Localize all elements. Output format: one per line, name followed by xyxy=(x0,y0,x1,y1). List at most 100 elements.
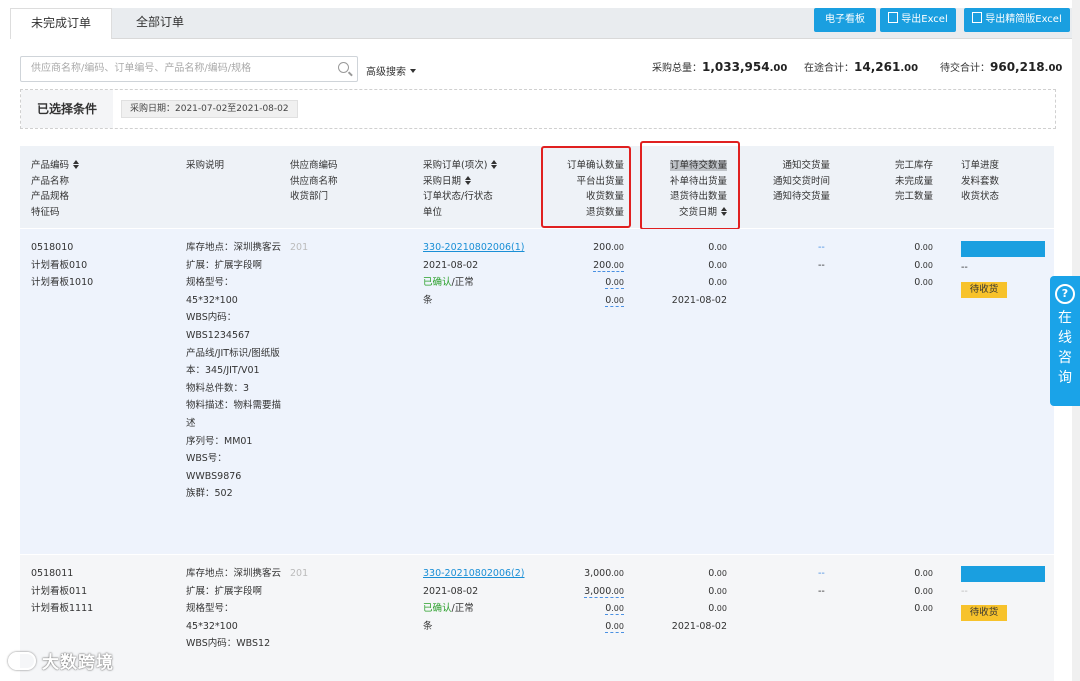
desc-line: 族群：502 xyxy=(186,488,233,500)
supplier-code: 201 xyxy=(290,568,309,579)
confirm-columns-highlight xyxy=(541,146,631,228)
desc-line: 物料描述：物料需要描述 xyxy=(186,400,282,429)
finished-qty: 0.00 xyxy=(872,274,933,292)
header-cell[interactable]: 产品编码 xyxy=(31,158,79,174)
search-input[interactable] xyxy=(21,57,331,79)
header-label: 产品名称 xyxy=(31,175,70,187)
total-purchase: 采购总量：1,033,954.00 xyxy=(652,59,787,74)
num-value: 0.00 xyxy=(605,277,624,290)
confirm-cell: 200.00 200.00 0.00 0.00 xyxy=(540,239,624,309)
num-decimal: .00 xyxy=(714,586,727,596)
sort-icon[interactable] xyxy=(491,160,497,169)
platform-shipped[interactable]: 3,000.00 xyxy=(540,583,624,601)
header-label: 通知交货量 xyxy=(782,160,830,171)
num-int: 200 xyxy=(593,242,612,253)
export-icon xyxy=(888,12,899,23)
confirm-qty: 200.00 xyxy=(540,239,624,257)
pending-cell: 0.00 0.00 0.00 2021-08-02 xyxy=(642,565,727,635)
widget-char: 在 xyxy=(1058,310,1072,326)
header-finish: 完工库存 未完成量 完工数量 xyxy=(872,158,933,205)
order-cell: 330-20210802006(2) 2021-08-02 已确认/正常 条 xyxy=(423,565,525,635)
desc-line: 扩展：扩展字段啊 xyxy=(186,585,263,597)
total-pending-label: 待交合计： xyxy=(940,63,990,74)
search-icon[interactable] xyxy=(338,62,349,73)
total-purchase-value: 1,033,954 xyxy=(702,60,770,74)
product-code: 0518011 xyxy=(31,568,74,579)
pending-columns-highlight xyxy=(640,141,740,230)
returned-qty[interactable]: 0.00 xyxy=(540,618,624,636)
order-number-link[interactable]: 330-20210802006(2) xyxy=(423,565,525,583)
app-frame: 未完成订单 全部订单 电子看板 导出Excel 导出精简版Excel 高级搜索 … xyxy=(0,0,1072,681)
desc-line: 库存地点：深圳携客云 xyxy=(186,242,282,253)
received-qty[interactable]: 0.00 xyxy=(540,600,624,618)
export-excel-button[interactable]: 导出Excel xyxy=(880,8,956,32)
received-qty[interactable]: 0.00 xyxy=(540,274,624,292)
export-simple-excel-button[interactable]: 导出精简版Excel xyxy=(964,8,1070,32)
watermark: 大数跨境 xyxy=(8,648,114,673)
receipt-status-badge: 待收货 xyxy=(961,282,1007,298)
total-in-transit: 在途合计：14,261.00 xyxy=(804,59,918,74)
product-cell: 0518010 计划看板010 计划看板1010 xyxy=(31,239,93,292)
header-label: 通知交货时间 xyxy=(772,175,830,187)
header-notify: 通知交货量 通知交货时间 通知待交货量 xyxy=(750,158,830,205)
num-decimal: .00 xyxy=(611,569,624,578)
notify-qty[interactable]: -- xyxy=(818,239,825,257)
header-label: 订单状态/行状态 xyxy=(423,191,493,202)
product-name: 计划看板011 xyxy=(31,585,88,597)
num-int: 3,000 xyxy=(584,568,612,579)
pending-qty: 0.00 xyxy=(642,565,727,583)
platform-shipped[interactable]: 200.00 xyxy=(540,257,624,275)
num-value: 0.00 xyxy=(605,294,624,307)
num-decimal: .00 xyxy=(714,278,727,288)
header-label: 单位 xyxy=(423,206,443,218)
header-label: 发料套数 xyxy=(961,175,1000,187)
desc-line: WBS号：WWBS9876 xyxy=(186,453,242,482)
num-decimal: .00 xyxy=(920,604,933,614)
status-normal: /正常 xyxy=(451,603,474,615)
num-int: 3,000 xyxy=(584,585,612,597)
header-cell[interactable]: 采购订单(项次) xyxy=(423,158,497,174)
advanced-search-label: 高级搜索 xyxy=(366,67,406,78)
header-label: 收货部门 xyxy=(290,191,329,202)
description-cell: 库存地点：深圳携客云 扩展：扩展字段啊 规格型号：45*32*100 WBS内码… xyxy=(186,565,282,653)
watermark-logo-icon xyxy=(8,652,36,670)
electronic-board-button[interactable]: 电子看板 xyxy=(814,8,876,32)
returned-qty[interactable]: 0.00 xyxy=(540,292,624,310)
delivery-date: 2021-08-02 xyxy=(671,294,727,306)
num-decimal: .00 xyxy=(920,243,933,252)
sort-icon[interactable] xyxy=(73,160,79,169)
total-purchase-decimal: .00 xyxy=(769,63,788,74)
header-cell[interactable]: 采购日期 xyxy=(423,174,497,190)
online-consult-widget[interactable]: ? 在 线 咨 询 xyxy=(1050,276,1080,406)
product-code: 0518010 xyxy=(31,242,74,253)
order-cell: 330-20210802006(1) 2021-08-02 已确认/正常 条 xyxy=(423,239,525,309)
header-product: 产品编码 产品名称 产品规格 特征码 xyxy=(31,158,79,220)
header-label: 采购订单(项次) xyxy=(423,160,488,171)
search-box xyxy=(20,56,358,82)
finish-stock: 0.00 xyxy=(872,239,933,257)
header-order: 采购订单(项次) 采购日期 订单状态/行状态 单位 xyxy=(423,158,497,220)
delivery-date: 2021-08-02 xyxy=(671,620,727,632)
pending-qty: 0.00 xyxy=(642,239,727,257)
desc-line: 库存地点：深圳携客云 xyxy=(186,568,282,579)
num-decimal: .00 xyxy=(611,621,624,631)
num-decimal: .00 xyxy=(920,278,933,288)
tab-all-orders[interactable]: 全部订单 xyxy=(110,8,210,38)
num-decimal: .00 xyxy=(920,586,933,596)
num-decimal: .00 xyxy=(920,260,933,270)
tab-incomplete-orders[interactable]: 未完成订单 xyxy=(10,8,112,39)
reship-qty: 0.00 xyxy=(642,583,727,601)
table-header: 产品编码 产品名称 产品规格 特征码 采购说明 供应商编码 供应商名称 收货部门… xyxy=(20,146,1054,228)
description-cell: 库存地点：深圳携客云 扩展：扩展字段啊 规格型号：45*32*100 WBS内码… xyxy=(186,239,282,503)
sort-icon[interactable] xyxy=(465,176,471,185)
return-pending-qty: 0.00 xyxy=(642,274,727,292)
table-row[interactable]: 0518010 计划看板010 计划看板1010 库存地点：深圳携客云 扩展：扩… xyxy=(20,229,1054,554)
notify-qty[interactable]: -- xyxy=(818,565,825,583)
order-number-link[interactable]: 330-20210802006(1) xyxy=(423,239,525,257)
advanced-search-toggle[interactable]: 高级搜索 xyxy=(366,63,416,78)
desc-line: WBS内码：WBS12 xyxy=(186,638,271,650)
header-label: 产品规格 xyxy=(31,191,70,202)
table-row[interactable]: 0518011 计划看板011 计划看板1111 库存地点：深圳携客云 扩展：扩… xyxy=(20,555,1054,681)
date-filter-chip[interactable]: 采购日期：2021-07-02至2021-08-02 xyxy=(121,100,298,118)
order-unit: 条 xyxy=(423,294,433,306)
